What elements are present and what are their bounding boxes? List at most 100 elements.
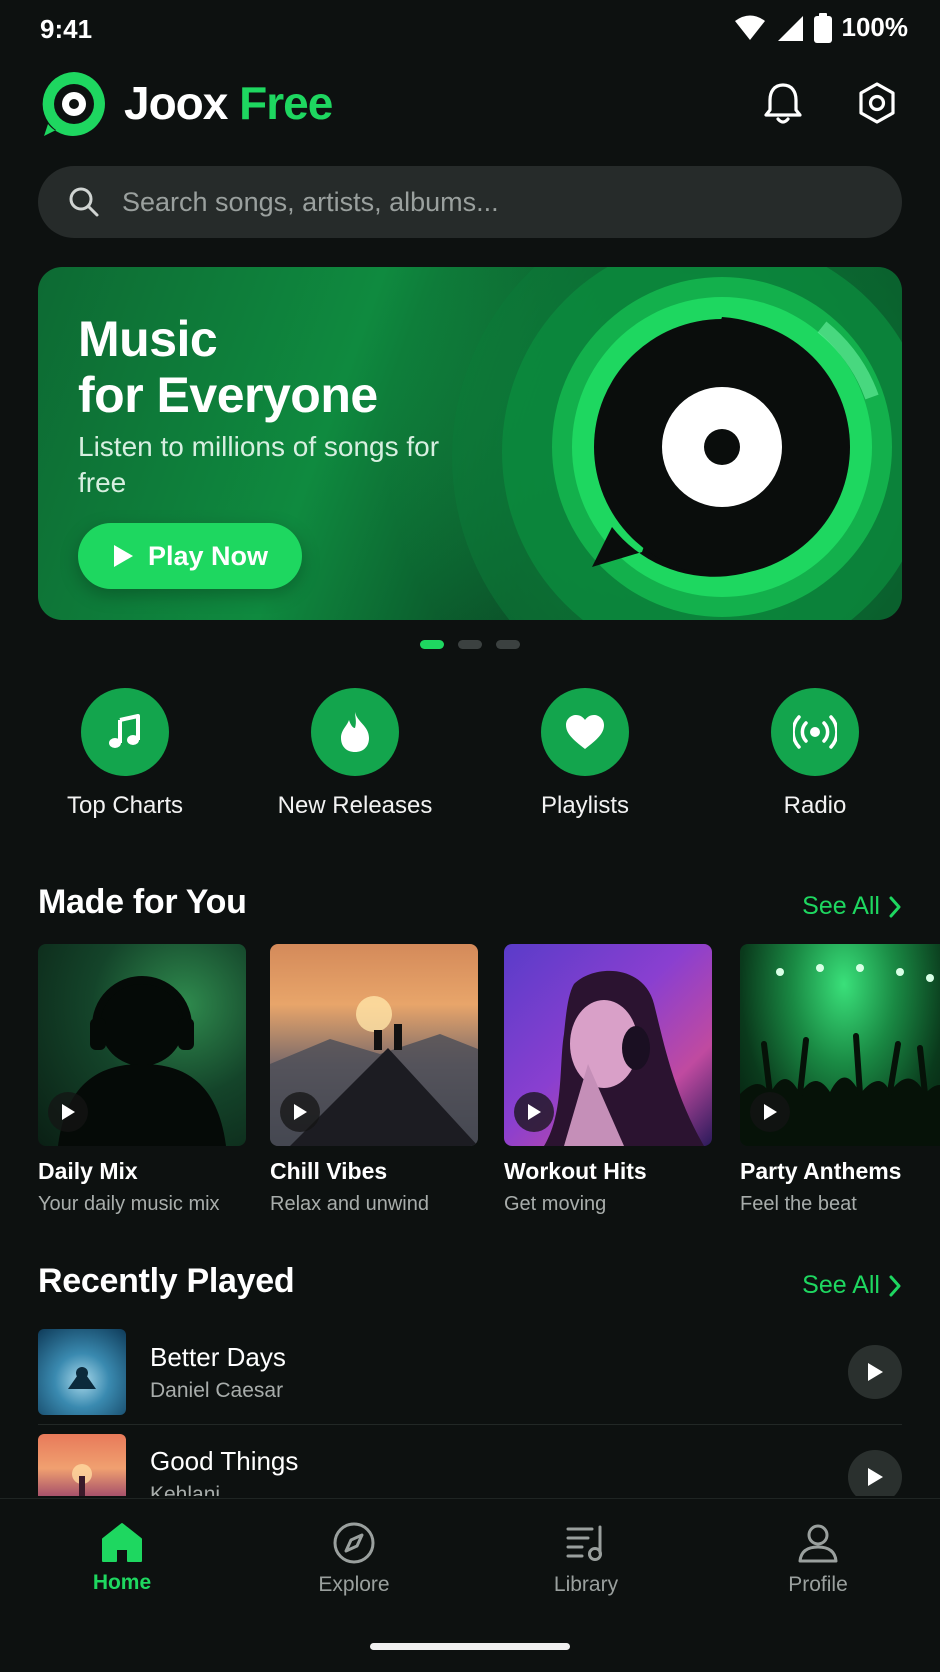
track-meta: Better Days Daniel Caesar [150,1342,848,1403]
notifications-button[interactable] [758,78,808,128]
wifi-icon [734,15,765,40]
app-title-accent: Free [239,77,333,129]
mix-card-workout-hits[interactable]: Workout Hits Get moving [504,944,712,1214]
nav-profile[interactable]: Profile [748,1521,888,1597]
profile-icon [798,1524,838,1563]
library-icon [566,1525,602,1561]
album-art-image [72,1463,92,1496]
mix-play-button[interactable] [280,1092,320,1132]
category-new-releases[interactable]: New Releases [250,688,460,820]
mix-card-chill-vibes[interactable]: Chill Vibes Relax and unwind [270,944,478,1214]
compass-icon [333,1522,375,1564]
category-icon-circle [771,688,859,776]
mix-title: Daily Mix [38,1158,138,1184]
nav-library[interactable]: Library [516,1521,656,1597]
track-row[interactable]: Better Days Daniel Caesar [38,1320,902,1424]
app-title-main: Joox [124,77,228,129]
mix-card-daily-mix[interactable]: Daily Mix Your daily music mix [38,944,246,1214]
banner-title: Music for Everyone [78,311,498,423]
play-icon [528,1104,541,1120]
track-cover [38,1433,126,1496]
category-icon-circle [311,688,399,776]
home-icon [102,1523,142,1562]
banner-title-line-1: Music [78,311,218,367]
track-cover [38,1329,126,1415]
mix-title: Chill Vibes [270,1158,388,1184]
search-bar[interactable] [38,166,902,238]
settings-button[interactable] [852,78,902,128]
joox-disc-artwork [452,267,902,620]
home-indicator[interactable] [370,1643,570,1650]
mix-play-button[interactable] [514,1092,554,1132]
battery-level: 100% [841,12,909,42]
heart-icon [566,715,604,749]
chevron-right-icon [889,896,901,917]
bottom-navigation: Home Explore Library Profile [0,1498,940,1672]
section-title-made-for-you: Made for You [38,883,247,921]
status-time: 9:41 [40,14,93,44]
album-art-image [68,1367,96,1389]
search-input[interactable] [122,186,842,218]
music-note-icon [109,714,140,748]
category-label: Top Charts [66,792,184,819]
play-icon [868,1363,883,1381]
track-row[interactable]: Good Things Kehlani [38,1424,902,1496]
track-artist: Kehlani [150,1483,221,1496]
section-title-recently-played: Recently Played [38,1262,295,1300]
mix-play-button[interactable] [750,1092,790,1132]
play-icon [868,1467,883,1486]
app-title: Joox Free [124,76,333,130]
app-header: Joox Free [38,66,902,140]
hero-banner[interactable]: Music for Everyone Listen to millions of… [38,267,902,620]
see-all-label: See All [802,892,880,920]
play-now-button[interactable]: Play Now [78,523,302,589]
play-now-label: Play Now [147,540,269,571]
flame-icon [341,712,369,752]
status-bar: 9:41 100% [0,0,940,56]
category-label: New Releases [277,792,433,819]
made-for-you-see-all[interactable]: See All [802,892,902,921]
mix-title: Party Anthems [740,1158,902,1184]
category-radio[interactable]: Radio [710,688,920,820]
category-label: Playlists [540,792,630,819]
signal-icon [777,15,803,41]
mix-play-button[interactable] [48,1092,88,1132]
category-icon-circle [541,688,629,776]
mix-cover [740,944,940,1146]
nav-home[interactable]: Home [52,1521,192,1595]
mix-title: Workout Hits [504,1158,647,1184]
mix-card-party-anthems[interactable]: Party Anthems Feel the beat [740,944,940,1214]
joox-logo-icon [42,72,105,136]
pagination-dot-active[interactable] [420,640,444,649]
nav-explore[interactable]: Explore [284,1521,424,1597]
category-playlists[interactable]: Playlists [480,688,690,820]
mix-subtitle: Get moving [504,1193,607,1214]
mix-cover [270,944,478,1146]
category-label: Radio [783,792,847,819]
pagination-dot[interactable] [458,640,482,649]
track-title: Better Days [150,1341,286,1372]
mix-cover [504,944,712,1146]
track-artist: Daniel Caesar [150,1378,284,1402]
gear-icon [859,82,895,124]
nav-label: Home [92,1571,152,1594]
category-icon-circle [81,688,169,776]
bell-icon [764,83,802,124]
play-icon [62,1104,75,1120]
category-top-charts[interactable]: Top Charts [20,688,230,820]
banner-subtitle: Listen to millions of songs for free [78,431,440,498]
mix-subtitle: Relax and unwind [270,1193,429,1214]
battery-icon [813,12,832,43]
track-play-button[interactable] [848,1449,902,1496]
recently-played-see-all[interactable]: See All [802,1271,902,1300]
track-play-button[interactable] [848,1345,902,1399]
category-shortcuts: Top Charts New Releases Playlists Radio [0,688,940,828]
play-icon [113,545,133,567]
nav-label: Profile [788,1573,848,1596]
play-icon [294,1104,307,1120]
mix-subtitle: Feel the beat [740,1193,857,1214]
banner-pagination [0,640,940,649]
track-meta: Good Things Kehlani [150,1446,848,1496]
chevron-right-icon [889,1275,901,1296]
pagination-dot[interactable] [496,640,520,649]
